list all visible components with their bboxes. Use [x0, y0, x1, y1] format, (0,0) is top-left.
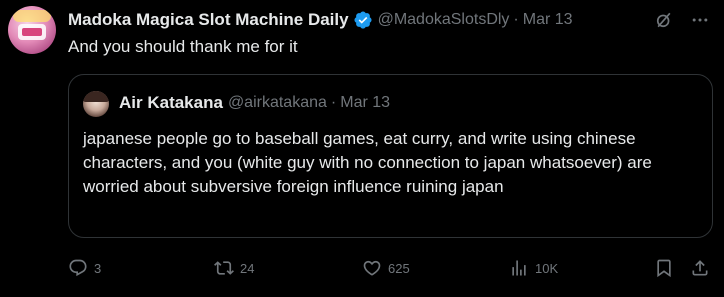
avatar-decoration — [22, 28, 42, 36]
bookmark-button[interactable] — [654, 256, 674, 280]
reply-icon — [69, 259, 87, 277]
more-options-icon[interactable] — [690, 10, 710, 30]
repost-icon — [214, 261, 234, 275]
quoted-tweet[interactable]: Air Katakana @airkatakana · Mar 13 japan… — [68, 74, 713, 238]
quoted-author-handle[interactable]: @airkatakana — [228, 94, 327, 112]
like-count: 625 — [388, 260, 410, 276]
like-button[interactable]: 625 — [362, 256, 410, 280]
separator-dot: · — [330, 94, 337, 111]
heart-icon — [363, 260, 381, 276]
separator-dot: · — [513, 11, 519, 28]
avatar-decoration — [13, 10, 51, 22]
quoted-tweet-header: Air Katakana @airkatakana · Mar 13 — [119, 93, 390, 113]
tweet-timestamp[interactable]: Mar 13 — [523, 11, 573, 29]
tweet-header: Madoka Magica Slot Machine Daily @Madoka… — [68, 8, 716, 32]
share-button[interactable] — [690, 256, 710, 280]
tweet-actions: 3 24 625 10K — [68, 256, 716, 280]
repost-count: 24 — [240, 260, 255, 276]
author-avatar[interactable] — [8, 6, 56, 54]
quoted-tweet-text: japanese people go to baseball games, ea… — [83, 129, 652, 196]
tweet[interactable]: Madoka Magica Slot Machine Daily @Madoka… — [0, 0, 724, 297]
grok-icon[interactable] — [654, 10, 674, 30]
verified-badge-icon — [353, 10, 373, 30]
share-icon — [692, 260, 708, 276]
views-count: 10K — [535, 260, 559, 276]
quoted-author-display-name[interactable]: Air Katakana — [119, 93, 223, 113]
views-button[interactable]: 10K — [509, 256, 558, 280]
repost-button[interactable]: 24 — [214, 256, 254, 280]
reply-button[interactable]: 3 — [68, 256, 101, 280]
tweet-text: And you should thank me for it — [68, 37, 298, 56]
avatar-decoration — [83, 91, 109, 102]
author-handle[interactable]: @MadokaSlotsDly — [378, 11, 510, 29]
views-bar-icon — [512, 260, 526, 276]
quoted-author-avatar[interactable] — [83, 91, 109, 117]
quoted-tweet-timestamp[interactable]: Mar 13 — [340, 94, 390, 112]
reply-count: 3 — [94, 260, 102, 276]
bookmark-icon — [657, 259, 671, 278]
author-display-name[interactable]: Madoka Magica Slot Machine Daily — [68, 10, 349, 30]
